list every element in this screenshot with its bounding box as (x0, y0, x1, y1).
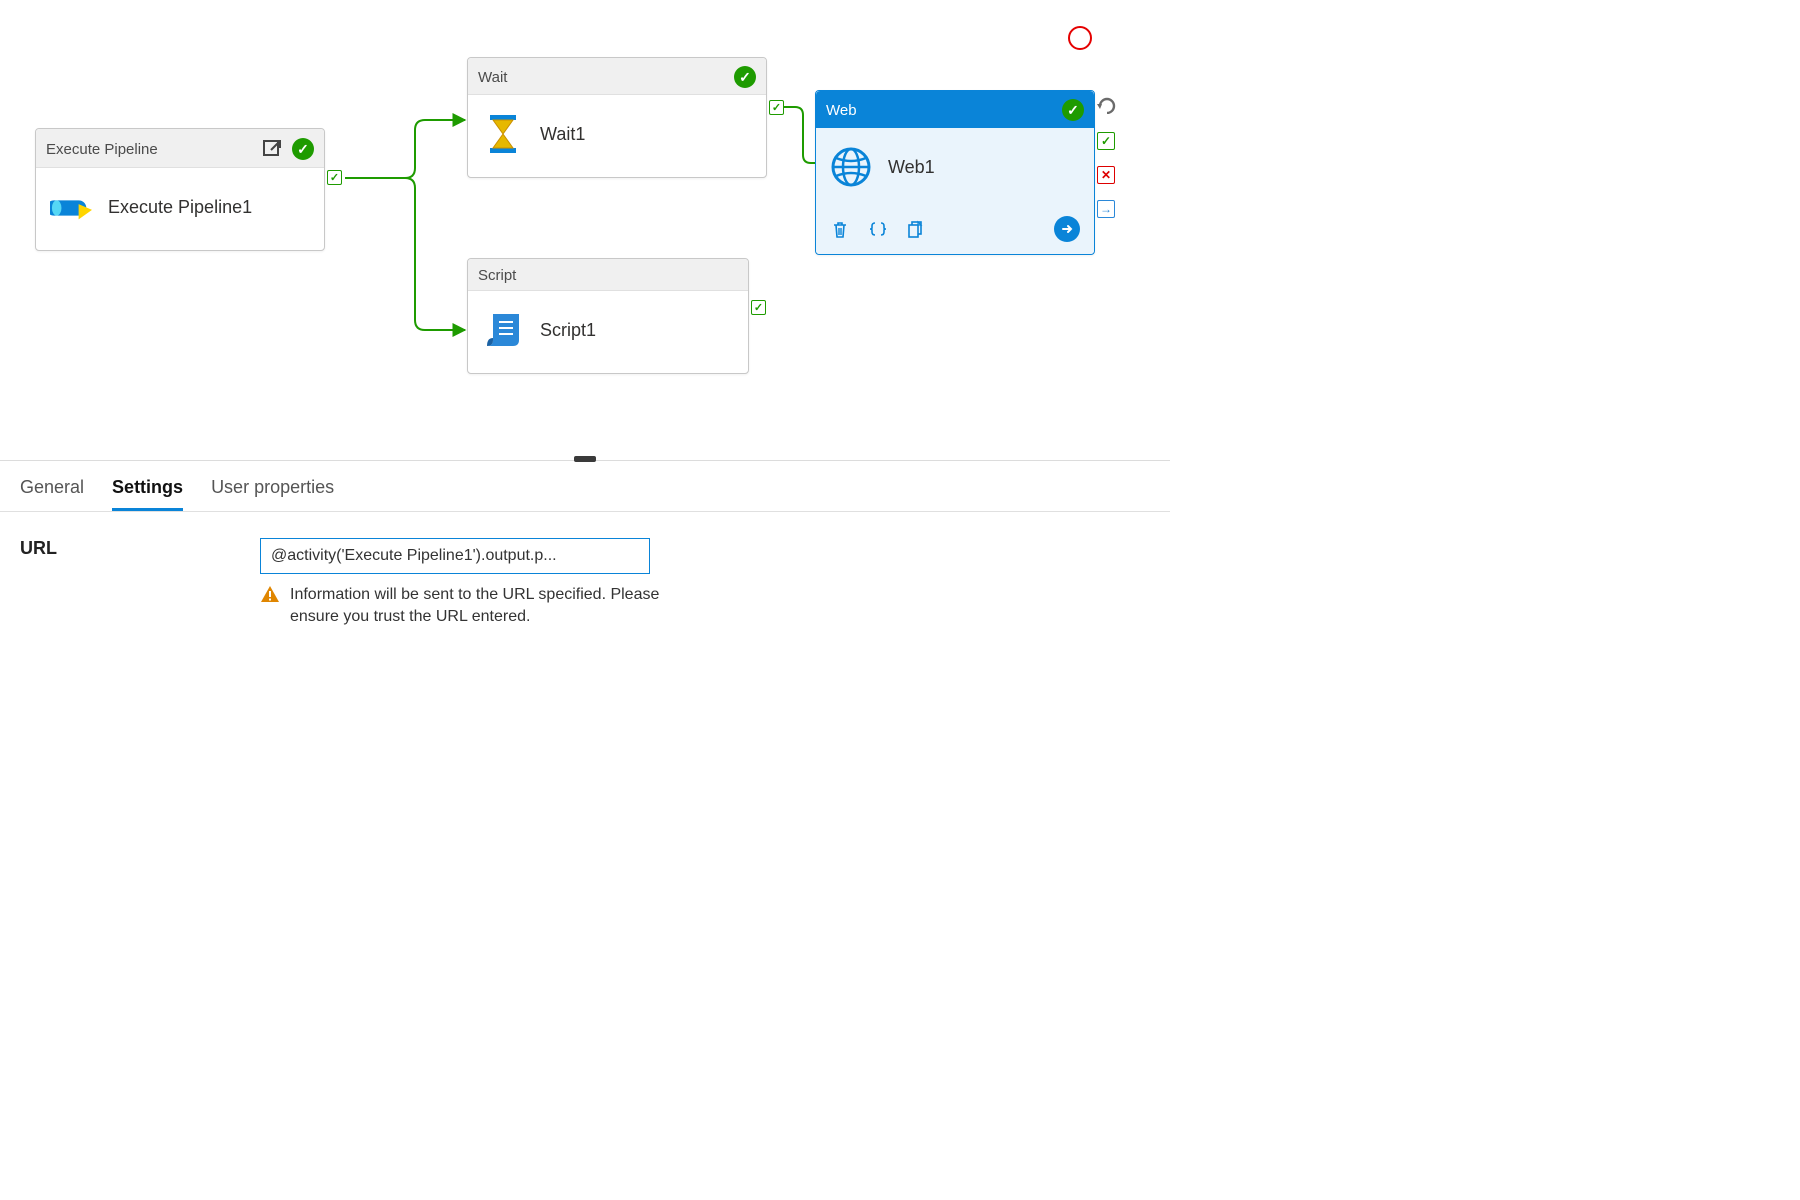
node-type-label: Wait (478, 69, 507, 86)
warning-text: Information will be sent to the URL spec… (290, 584, 660, 629)
code-icon[interactable] (868, 219, 888, 239)
node-name: Wait1 (540, 124, 585, 145)
annotation-circle (1068, 26, 1092, 50)
pipeline-canvas[interactable]: Execute Pipeline ✓ Execute Pipeline1 ✓ W (0, 0, 1170, 460)
url-input[interactable] (260, 538, 650, 574)
tab-general[interactable]: General (20, 477, 84, 511)
port-completion[interactable]: → (1097, 200, 1115, 218)
node-script[interactable]: Script Script1 (467, 258, 749, 374)
node-type-label: Execute Pipeline (46, 141, 158, 158)
web-output-ports: ✓ ✕ → (1097, 132, 1115, 218)
tab-user-properties[interactable]: User properties (211, 477, 334, 511)
drag-handle[interactable] (574, 456, 596, 462)
globe-icon (830, 146, 872, 188)
warning-icon (260, 584, 280, 611)
node-name: Execute Pipeline1 (108, 197, 252, 218)
script-icon (482, 309, 524, 351)
pipeline-icon (50, 186, 92, 228)
node-name: Web1 (888, 157, 935, 178)
success-icon: ✓ (1062, 99, 1084, 121)
redo-icon[interactable] (1097, 96, 1117, 119)
hourglass-icon (482, 113, 524, 155)
success-port[interactable]: ✓ (751, 300, 766, 315)
delete-icon[interactable] (830, 219, 850, 239)
tab-settings[interactable]: Settings (112, 477, 183, 511)
arrow-right-icon[interactable] (1054, 216, 1080, 242)
node-type-label: Web (826, 102, 857, 119)
panel-divider[interactable] (0, 460, 1170, 461)
node-wait[interactable]: Wait ✓ Wait1 (467, 57, 767, 178)
port-failure[interactable]: ✕ (1097, 166, 1115, 184)
property-tabs: General Settings User properties (0, 461, 1170, 512)
open-icon[interactable] (260, 137, 284, 161)
node-web[interactable]: Web ✓ Web1 (815, 90, 1095, 255)
success-port[interactable]: ✓ (769, 100, 784, 115)
settings-panel: URL Information will be sent to the URL … (0, 512, 1170, 655)
success-icon: ✓ (292, 138, 314, 160)
copy-icon[interactable] (906, 219, 926, 239)
port-success[interactable]: ✓ (1097, 132, 1115, 150)
success-icon: ✓ (734, 66, 756, 88)
node-name: Script1 (540, 320, 596, 341)
url-label: URL (20, 538, 140, 559)
node-execute-pipeline[interactable]: Execute Pipeline ✓ Execute Pipeline1 (35, 128, 325, 251)
node-type-label: Script (478, 267, 516, 284)
success-port[interactable]: ✓ (327, 170, 342, 185)
